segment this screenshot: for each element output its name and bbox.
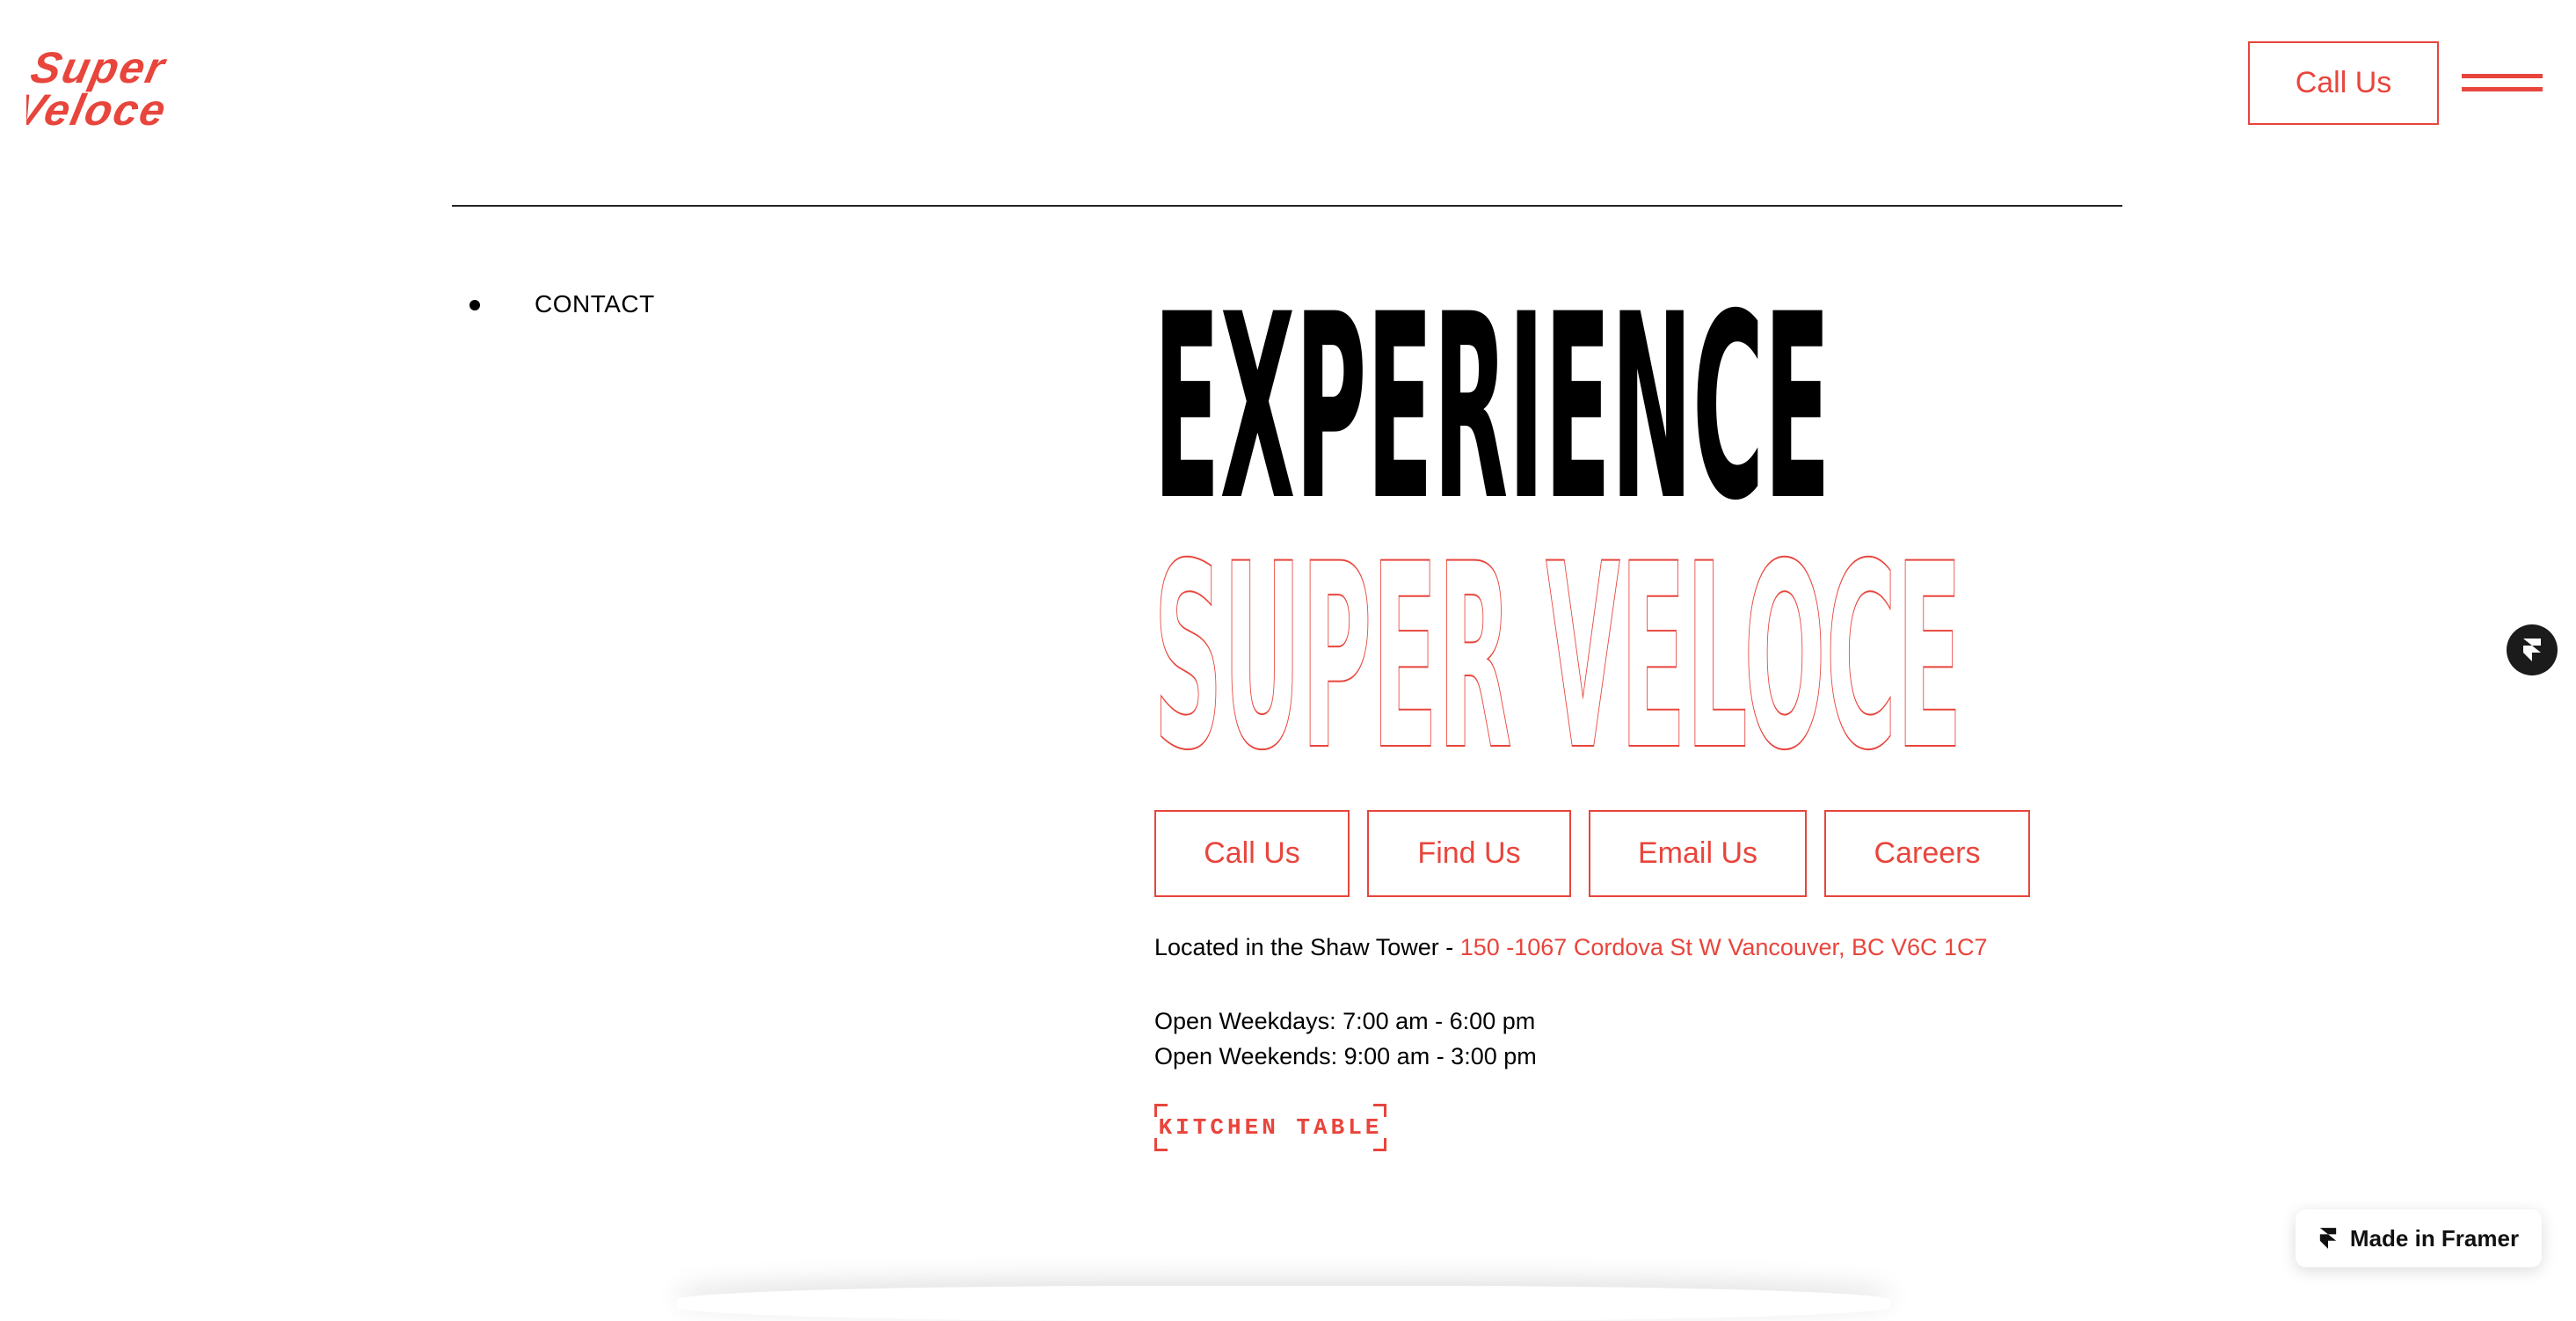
hero-svg: EXPERIENCE SUPER VELOCE: [1153, 281, 1963, 756]
location-prefix: Located in the Shaw Tower -: [1154, 934, 1460, 960]
address-link[interactable]: 150 -1067 Cordova St W Vancouver, BC V6C…: [1460, 934, 1988, 960]
framer-logo-glyph: [2523, 639, 2541, 661]
location-text: Located in the Shaw Tower - 150 -1067 Co…: [1154, 934, 1988, 961]
menu-bar-top: [2462, 74, 2543, 78]
find-us-button[interactable]: Find Us: [1367, 810, 1571, 897]
action-buttons: Call Us Find Us Email Us Careers: [1154, 810, 2030, 897]
hamburger-menu-icon[interactable]: [2462, 74, 2543, 93]
logo-mark: Super Veloce: [26, 44, 171, 128]
framer-icon: [2319, 1228, 2337, 1249]
nav-bullet: [469, 300, 480, 310]
email-us-button[interactable]: Email Us: [1589, 810, 1807, 897]
framer-icon[interactable]: [2507, 624, 2558, 675]
call-us-button[interactable]: Call Us: [2248, 41, 2439, 125]
call-us-action-button[interactable]: Call Us: [1154, 810, 1350, 897]
hero-line-super-veloce: SUPER VELOCE: [1153, 510, 1962, 756]
made-in-framer-label: Made in Framer: [2349, 1224, 2520, 1252]
opening-hours: Open Weekdays: 7:00 am - 6:00 pm Open We…: [1154, 1004, 1537, 1074]
kitchen-table-logo[interactable]: KITCHEN TABLE: [1154, 1104, 1386, 1151]
menu-bar-bottom: [2462, 87, 2543, 91]
hero-heading: EXPERIENCE SUPER VELOCE: [1153, 281, 2033, 756]
careers-button[interactable]: Careers: [1824, 810, 2030, 897]
next-section-edge: [677, 1286, 1890, 1321]
hours-weekends: Open Weekends: 9:00 am - 3:00 pm: [1154, 1043, 1537, 1069]
header-divider: [452, 205, 2122, 207]
nav-item-contact[interactable]: CONTACT: [535, 290, 655, 318]
logo[interactable]: Super Veloce: [26, 44, 325, 128]
hours-weekdays: Open Weekdays: 7:00 am - 6:00 pm: [1154, 1008, 1536, 1034]
made-in-framer-badge[interactable]: Made in Framer: [2296, 1209, 2542, 1267]
kitchen-table-label: KITCHEN TABLE: [1158, 1114, 1383, 1141]
logo-line2: Veloce: [26, 85, 171, 128]
